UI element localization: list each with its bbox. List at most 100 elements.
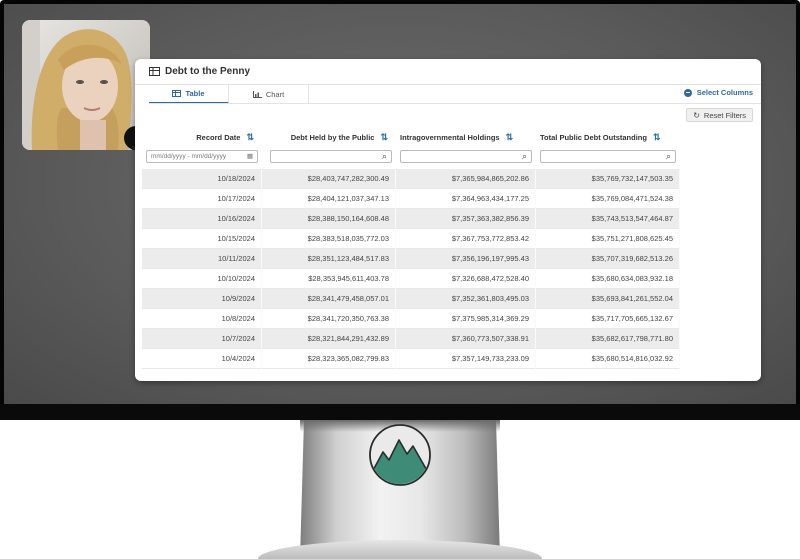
tab-divider xyxy=(149,103,761,104)
circle-plus-icon xyxy=(683,88,692,97)
data-table: Record Date ⇅ Debt Held by the Public ⇅ … xyxy=(142,127,680,369)
table-row[interactable]: 10/16/2024 $28,388,150,164,608.48 $7,357,3… xyxy=(142,208,680,229)
select-columns-label: Select Columns xyxy=(696,88,753,97)
table-cell: $28,323,365,082,799.83 xyxy=(262,348,396,369)
column-header-record-date[interactable]: Record Date ⇅ xyxy=(142,132,262,143)
search-icon: ⌕ xyxy=(381,150,387,161)
monitor-mockup: Debt to the Penny Table Chart Select Col… xyxy=(0,0,800,559)
table-cell: $7,357,149,733,233.09 xyxy=(396,348,536,369)
tab-label: Chart xyxy=(265,90,285,99)
table-row[interactable]: 10/11/2024 $28,351,123,484,517.83 $7,356,1… xyxy=(142,248,680,269)
table-cell: $35,707,319,682,513.26 xyxy=(536,248,680,269)
table-cell: 10/9/2024 xyxy=(142,288,262,309)
monitor-chin xyxy=(0,404,800,420)
table-body: 10/18/2024 $28,403,747,282,300.49 $7,365,9… xyxy=(142,168,680,369)
date-filter-placeholder: mm/dd/yyyy - mm/dd/yyyy xyxy=(151,152,227,160)
table-cell: 10/7/2024 xyxy=(142,328,262,349)
table-cell: $7,360,773,507,338.91 xyxy=(396,328,536,349)
column-header-debt-held[interactable]: Debt Held by the Public ⇅ xyxy=(262,132,396,143)
sort-arrows-icon[interactable]: ⇅ xyxy=(506,132,514,143)
search-icon: ⌕ xyxy=(665,150,671,161)
date-range-filter[interactable]: mm/dd/yyyy - mm/dd/yyyy ▦ xyxy=(146,149,258,163)
presenter-video-thumbnail xyxy=(22,20,150,150)
filter-cell: ⌕ xyxy=(262,149,396,163)
sort-arrows-icon[interactable]: ⇅ xyxy=(653,132,661,143)
table-cell: $35,769,732,147,503.35 xyxy=(536,168,680,189)
sort-arrows-icon[interactable]: ⇅ xyxy=(380,132,388,143)
table-cell: $7,367,753,772,853.42 xyxy=(396,228,536,249)
table-icon xyxy=(149,67,160,76)
tab-table[interactable]: Table xyxy=(149,85,229,104)
table-cell: $7,375,985,314,369.29 xyxy=(396,308,536,329)
table-cell: $7,365,984,865,202.86 xyxy=(396,168,536,189)
table-cell: $7,356,196,197,995.43 xyxy=(396,248,536,269)
table-cell: $28,404,121,037,347.13 xyxy=(262,188,396,209)
table-cell: $35,693,841,261,552.04 xyxy=(536,288,680,309)
filter-cell: mm/dd/yyyy - mm/dd/yyyy ▦ xyxy=(142,149,262,163)
column-label: Total Public Debt Outstanding xyxy=(540,132,647,142)
tab-chart[interactable]: Chart xyxy=(229,85,309,104)
table-cell: 10/18/2024 xyxy=(142,168,262,189)
table-cell: 10/17/2024 xyxy=(142,188,262,209)
monitor-screen: Debt to the Penny Table Chart Select Col… xyxy=(4,4,796,404)
table-cell: $35,743,513,547,464.87 xyxy=(536,208,680,229)
column-label: Intragovernmental Holdings xyxy=(400,132,500,142)
table-icon xyxy=(172,90,182,97)
table-cell: $35,717,705,665,132.67 xyxy=(536,308,680,329)
reset-filters-label: Reset Filters xyxy=(703,110,746,120)
table-cell: $7,326,688,472,528.40 xyxy=(396,268,536,289)
tab-label: Table xyxy=(185,89,205,98)
table-row[interactable]: 10/7/2024 $28,321,844,291,432.89 $7,360,77… xyxy=(142,328,680,349)
table-row[interactable]: 10/18/2024 $28,403,747,282,300.49 $7,365,9… xyxy=(142,168,680,189)
table-cell: $35,682,617,798,771.80 xyxy=(536,328,680,349)
calendar-icon[interactable]: ▦ xyxy=(247,152,253,160)
table-cell: $7,357,363,382,856.39 xyxy=(396,208,536,229)
table-cell: $7,364,963,434,177.25 xyxy=(396,188,536,209)
column-label: Record Date xyxy=(196,132,241,142)
table-cell: $35,751,271,808,625.45 xyxy=(536,228,680,249)
table-cell: $7,352,361,803,495.03 xyxy=(396,288,536,309)
table-cell: 10/8/2024 xyxy=(142,308,262,329)
table-row[interactable]: 10/9/2024 $28,341,479,458,057.01 $7,352,36… xyxy=(142,288,680,309)
table-row[interactable]: 10/4/2024 $28,323,365,082,799.83 $7,357,14… xyxy=(142,348,680,369)
refresh-icon: ↻ xyxy=(693,110,700,120)
table-cell: $28,351,123,484,517.83 xyxy=(262,248,396,269)
column-label: Debt Held by the Public xyxy=(290,132,375,142)
search-icon: ⌕ xyxy=(521,150,527,161)
column-header-intragovernmental[interactable]: Intragovernmental Holdings ⇅ xyxy=(396,132,536,143)
page-title: Debt to the Penny xyxy=(165,66,251,77)
table-cell: 10/11/2024 xyxy=(142,248,262,269)
table-cell: $28,388,150,164,608.48 xyxy=(262,208,396,229)
table-row[interactable]: 10/8/2024 $28,341,720,350,763.38 $7,375,98… xyxy=(142,308,680,329)
table-cell: $28,321,844,291,432.89 xyxy=(262,328,396,349)
monitor-bezel: Debt to the Penny Table Chart Select Col… xyxy=(0,0,800,420)
table-cell: 10/16/2024 xyxy=(142,208,262,229)
table-header-row: Record Date ⇅ Debt Held by the Public ⇅ … xyxy=(142,127,680,147)
total-debt-search-input[interactable]: ⌕ xyxy=(540,149,676,163)
table-cell: $28,341,479,458,057.01 xyxy=(262,288,396,309)
intragovernmental-search-input[interactable]: ⌕ xyxy=(400,149,532,163)
select-columns-button[interactable]: Select Columns xyxy=(683,88,753,97)
app-header: Debt to the Penny xyxy=(135,59,761,85)
table-cell: 10/4/2024 xyxy=(142,348,262,369)
view-tabs: Table Chart xyxy=(149,85,309,104)
sort-arrows-icon[interactable]: ⇅ xyxy=(246,132,254,143)
table-row[interactable]: 10/10/2024 $28,353,945,611,403.78 $7,326,6… xyxy=(142,268,680,289)
table-cell: $28,353,945,611,403.78 xyxy=(262,268,396,289)
table-cell: $28,403,747,282,300.49 xyxy=(262,168,396,189)
table-cell: 10/10/2024 xyxy=(142,268,262,289)
mountain-logo-icon xyxy=(369,424,431,486)
column-header-total-debt[interactable]: Total Public Debt Outstanding ⇅ xyxy=(536,132,680,143)
table-cell: $35,769,084,471,524.38 xyxy=(536,188,680,209)
filter-cell: ⌕ xyxy=(536,149,680,163)
bar-chart-icon xyxy=(252,91,262,98)
table-cell: $35,680,514,816,032.92 xyxy=(536,348,680,369)
table-row[interactable]: 10/15/2024 $28,383,518,035,772.03 $7,367,7… xyxy=(142,228,680,249)
filter-cell: ⌕ xyxy=(396,149,536,163)
reset-filters-button[interactable]: ↻ Reset Filters xyxy=(686,108,753,122)
table-cell: $35,680,634,083,932.18 xyxy=(536,268,680,289)
table-filter-row: mm/dd/yyyy - mm/dd/yyyy ▦ ⌕ ⌕ ⌕ xyxy=(142,147,680,165)
debt-held-search-input[interactable]: ⌕ xyxy=(270,149,392,163)
table-cell: $28,341,720,350,763.38 xyxy=(262,308,396,329)
table-row[interactable]: 10/17/2024 $28,404,121,037,347.13 $7,364,9… xyxy=(142,188,680,209)
